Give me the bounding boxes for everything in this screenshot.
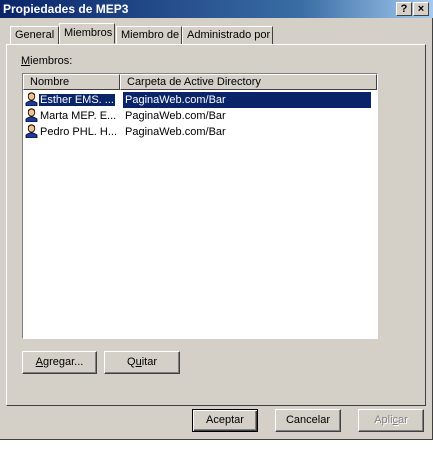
tab-label: Administrado por <box>187 29 271 41</box>
add-rest: gregar... <box>42 356 84 368</box>
apply-button-label: Aplicar <box>374 414 408 426</box>
help-icon: ? <box>400 3 408 15</box>
tab-administrado-por[interactable]: Administrado por <box>182 26 273 44</box>
title-bar[interactable]: Propiedades de MEP3 ? × <box>0 0 433 18</box>
help-button[interactable]: ? <box>396 2 412 16</box>
column-header-label: Nombre <box>30 76 70 88</box>
user-icon <box>25 108 38 122</box>
ok-button-label: Aceptar <box>206 414 244 426</box>
member-name-cell: Pedro PHL. H... <box>25 124 123 140</box>
cancel-button-label: Cancelar <box>285 414 331 426</box>
member-name-cell: Esther EMS. ... <box>25 92 123 108</box>
column-header-carpeta[interactable]: Carpeta de Active Directory <box>120 74 377 90</box>
column-header-label: Carpeta de Active Directory <box>127 76 261 88</box>
tab-general[interactable]: General <box>10 26 59 44</box>
add-accel: A <box>35 356 43 368</box>
members-label-accel: M <box>21 55 31 67</box>
user-icon <box>25 92 38 106</box>
column-header-nombre[interactable]: Nombre <box>23 74 120 90</box>
member-name: Pedro PHL. H... <box>40 126 118 138</box>
tab-panel-miembros: Miembros: Nombre Carpeta de Active Direc… <box>6 44 426 406</box>
members-list[interactable]: Nombre Carpeta de Active Directory Esthe… <box>22 73 378 339</box>
cancel-button[interactable]: Cancelar <box>275 409 341 432</box>
ok-button[interactable]: Aceptar <box>192 409 258 432</box>
members-label-rest: iembros: <box>30 55 73 67</box>
member-name: Marta MEP. E... <box>40 110 117 122</box>
list-item[interactable]: Esther EMS. ... PaginaWeb.com/Bar <box>25 92 375 108</box>
user-icon <box>25 124 38 138</box>
window-title: Propiedades de MEP3 <box>3 2 129 16</box>
member-folder: PaginaWeb.com/Bar <box>125 126 226 138</box>
remove-pre: Q <box>127 356 136 368</box>
member-name: Esther EMS. ... <box>39 94 115 106</box>
members-label: Miembros: <box>21 55 72 67</box>
remove-rest: itar <box>141 356 157 368</box>
tab-miembro-de[interactable]: Miembro de <box>116 26 182 44</box>
list-item[interactable]: Marta MEP. E... PaginaWeb.com/Bar <box>25 108 375 124</box>
tab-label: Miembro de <box>121 29 180 41</box>
apply-button[interactable]: Aplicar <box>358 409 424 432</box>
tab-miembros[interactable]: Miembros <box>59 23 115 44</box>
remove-button-label: Quitar <box>127 356 157 368</box>
properties-dialog: Propiedades de MEP3 ? × General Miembros… <box>0 0 433 440</box>
add-button-label: Agregar... <box>36 356 84 368</box>
remove-button[interactable]: Quitar <box>104 351 180 374</box>
list-item[interactable]: Pedro PHL. H... PaginaWeb.com/Bar <box>25 124 375 140</box>
tab-label: Miembros <box>64 27 113 39</box>
close-button[interactable]: × <box>413 2 429 16</box>
list-header: Nombre Carpeta de Active Directory <box>23 74 377 90</box>
apply-rest: ar <box>398 414 408 426</box>
tab-label: General <box>15 29 55 41</box>
member-folder: PaginaWeb.com/Bar <box>125 110 226 122</box>
member-folder: PaginaWeb.com/Bar <box>123 92 371 108</box>
apply-pre: Apli <box>374 414 393 426</box>
close-icon: × <box>417 3 425 15</box>
add-button[interactable]: Agregar... <box>22 351 97 374</box>
member-name-cell: Marta MEP. E... <box>25 108 123 124</box>
